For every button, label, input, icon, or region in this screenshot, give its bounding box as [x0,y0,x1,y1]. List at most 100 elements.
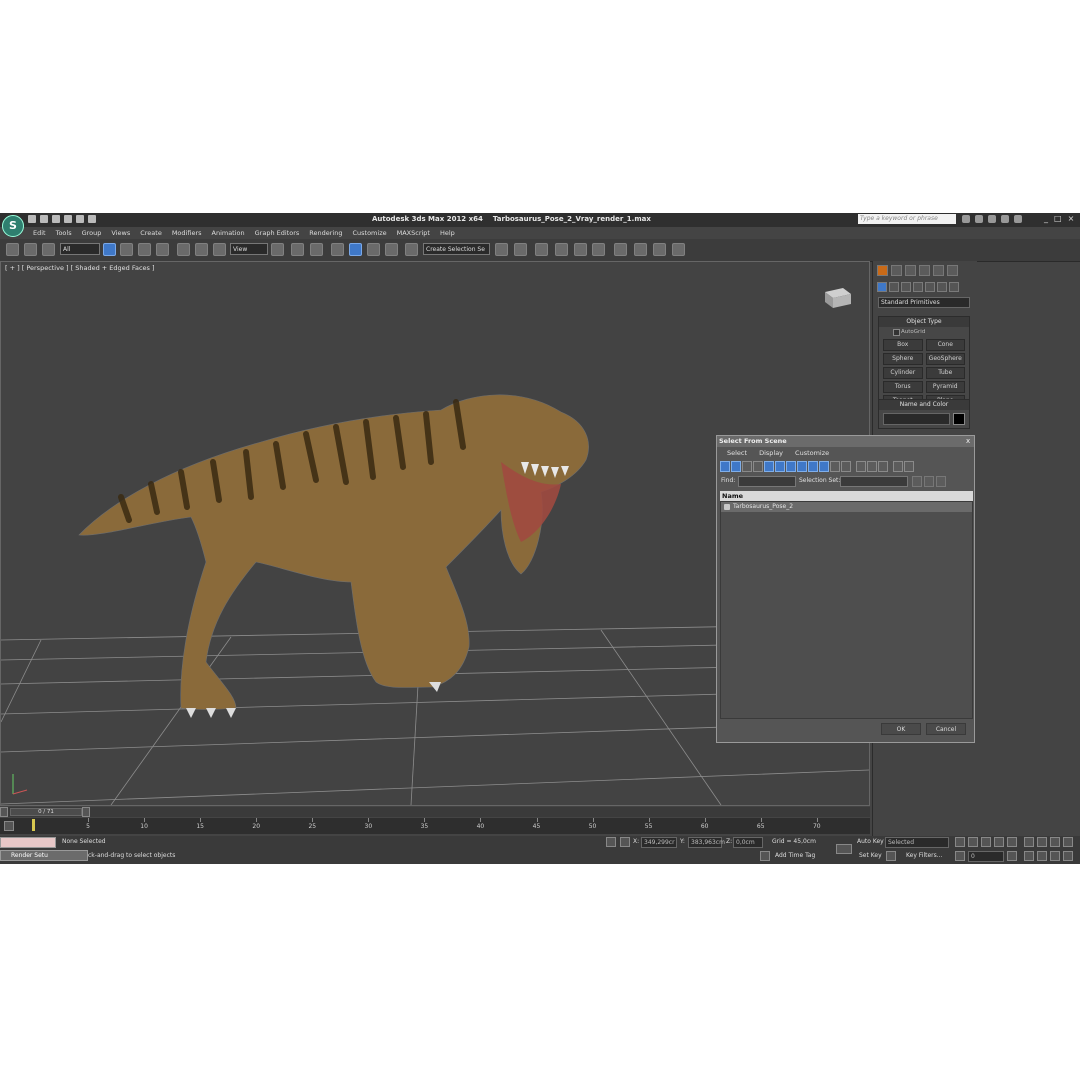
zoom-icon[interactable] [1024,837,1034,847]
field-of-view-icon[interactable] [1024,851,1034,861]
box-button[interactable]: Box [883,339,923,351]
display-lights-icon[interactable] [742,461,752,472]
zoom-extents-icon[interactable] [1050,837,1060,847]
snaps-toggle-icon[interactable] [331,243,344,256]
keyboard-shortcut-icon[interactable] [310,243,323,256]
menu-maxscript[interactable]: MAXScript [392,228,435,238]
subscription-icon[interactable] [975,215,983,223]
display-shapes-icon[interactable] [731,461,741,472]
dialog-title[interactable]: Select From Scene [717,436,974,447]
app-logo-icon[interactable]: S [2,215,24,237]
z-coordinate-field[interactable]: 0,0cm [733,837,763,848]
key-icon[interactable] [836,844,852,854]
project-folder-icon[interactable] [88,215,96,223]
object-type-title[interactable]: Object Type [879,317,969,327]
maximize-viewport-icon[interactable] [1063,851,1073,861]
object-color-swatch[interactable] [953,413,965,425]
unlink-icon[interactable] [24,243,37,256]
rendered-frame-window-icon[interactable] [653,243,666,256]
key-filters-button[interactable]: Key Filters... [906,851,943,862]
geometry-icon[interactable] [877,282,887,292]
redo-icon[interactable] [76,215,84,223]
menu-graph-editors[interactable]: Graph Editors [250,228,305,238]
rotate-icon[interactable] [195,243,208,256]
key-mode-dropdown[interactable]: Selected [885,837,949,848]
systems-icon[interactable] [949,282,959,292]
help-icon[interactable] [1014,215,1022,223]
render-production-icon[interactable] [672,243,685,256]
dialog-menu-customize[interactable]: Customize [789,448,835,458]
hierarchy-tab-icon[interactable] [905,265,916,276]
sphere-button[interactable]: Sphere [883,353,923,365]
graphite-ribbon-icon[interactable] [555,243,568,256]
track-bar[interactable]: 5 10 15 20 25 30 35 40 45 50 55 60 65 70 [0,818,870,834]
next-frame-icon[interactable] [994,837,1004,847]
lights-icon[interactable] [901,282,911,292]
zoom-all-icon[interactable] [1037,837,1047,847]
tube-button[interactable]: Tube [925,367,965,379]
cylinder-button[interactable]: Cylinder [883,367,923,379]
select-all-icon[interactable] [856,461,866,472]
torus-button[interactable]: Torus [883,381,923,393]
geosphere-button[interactable]: GeoSphere [925,353,965,365]
play-icon[interactable] [981,837,991,847]
dialog-menu-select[interactable]: Select [721,448,753,458]
menu-group[interactable]: Group [77,228,107,238]
bind-space-warp-icon[interactable] [42,243,55,256]
list-item[interactable]: Tarbosaurus_Pose_2 [721,502,972,512]
ok-button[interactable]: OK [881,723,921,735]
key-mode-toggle-icon[interactable] [955,851,965,861]
favorites-star-icon[interactable] [1001,215,1009,223]
display-geometry-icon[interactable] [720,461,730,472]
menu-help[interactable]: Help [435,228,460,238]
menu-create[interactable]: Create [135,228,167,238]
selection-filter-dropdown[interactable]: All [60,243,100,255]
name-and-color-title[interactable]: Name and Color [879,400,969,410]
menu-views[interactable]: Views [106,228,135,238]
undo-icon[interactable] [64,215,72,223]
goto-end-icon[interactable] [1007,837,1017,847]
sel-set-add-icon[interactable] [912,476,922,487]
space-warps-icon[interactable] [937,282,947,292]
prev-frame-icon[interactable] [968,837,978,847]
open-file-icon[interactable] [40,215,48,223]
menu-tools[interactable]: Tools [51,228,77,238]
display-containers-icon[interactable] [819,461,829,472]
time-config-icon[interactable] [1007,851,1017,861]
display-bones-icon[interactable] [808,461,818,472]
x-coordinate-field[interactable]: 349,299cr [641,837,677,848]
modify-tab-icon[interactable] [891,265,902,276]
move-icon[interactable] [177,243,190,256]
slider-next-icon[interactable] [82,807,90,817]
mirror-icon[interactable] [495,243,508,256]
display-hidden-icon[interactable] [841,461,851,472]
pivot-center-icon[interactable] [271,243,284,256]
create-tab-icon[interactable] [877,265,888,276]
goto-start-icon[interactable] [955,837,965,847]
dialog-close-icon[interactable]: x [966,436,970,447]
current-frame-field[interactable]: 0 [968,851,1004,862]
link-icon[interactable] [6,243,19,256]
motion-tab-icon[interactable] [919,265,930,276]
orbit-icon[interactable] [1050,851,1060,861]
material-editor-icon[interactable] [614,243,627,256]
select-none-icon[interactable] [867,461,877,472]
add-time-tag[interactable]: Add Time Tag [775,851,815,862]
zoom-extents-all-icon[interactable] [1063,837,1073,847]
shapes-icon[interactable] [889,282,899,292]
find-input[interactable] [738,476,796,487]
menu-animation[interactable]: Animation [207,228,250,238]
current-frame-marker[interactable] [32,819,35,831]
sel-set-edit-icon[interactable] [936,476,946,487]
display-xrefs-icon[interactable] [797,461,807,472]
primitive-category-dropdown[interactable]: Standard Primitives [878,297,970,308]
autogrid-checkbox[interactable]: AutoGrid [879,327,969,337]
set-key-button[interactable]: Set Key [859,851,882,862]
filter-options-icon[interactable] [904,461,914,472]
helpers-icon[interactable] [925,282,935,292]
render-setup-icon[interactable] [634,243,647,256]
layer-manager-icon[interactable] [535,243,548,256]
percent-snap-icon[interactable] [367,243,380,256]
time-tag-icon[interactable] [760,851,770,861]
utilities-tab-icon[interactable] [947,265,958,276]
